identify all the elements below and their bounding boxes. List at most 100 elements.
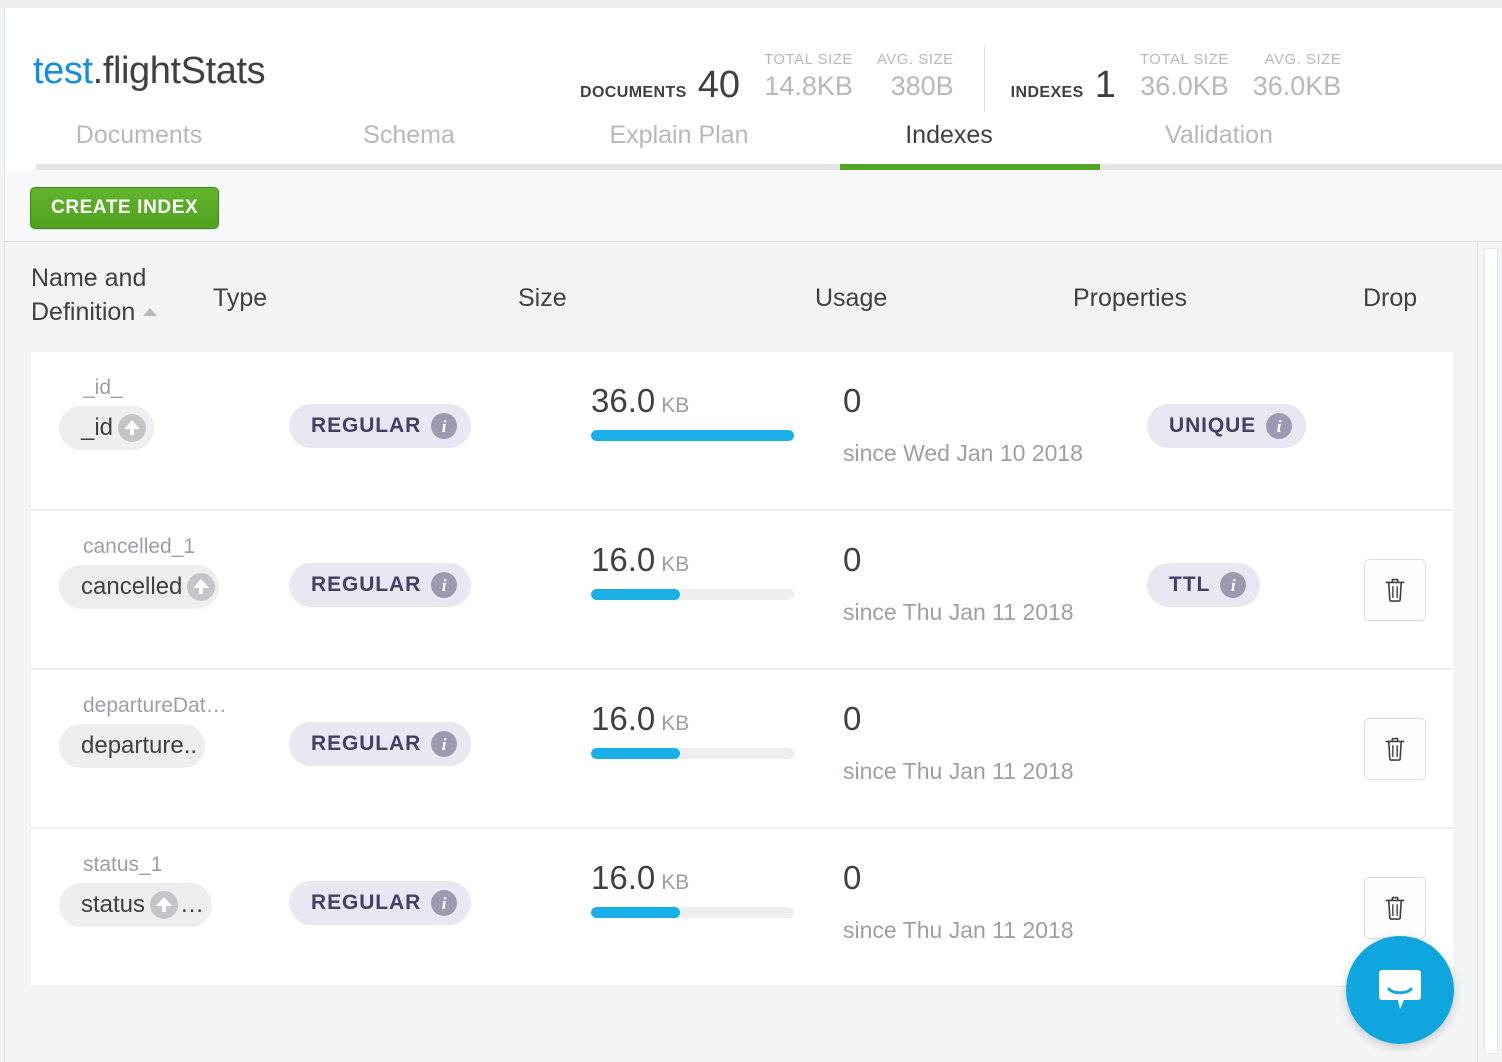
index-definition-pill[interactable]: cancelled — [59, 565, 219, 609]
tab-schema[interactable]: Schema — [274, 112, 544, 170]
index-type-label: REGULAR — [311, 732, 421, 756]
info-icon[interactable]: i — [431, 731, 457, 757]
tab-documents[interactable]: Documents — [4, 112, 274, 170]
table-row[interactable]: cancelled_1 cancelled REGULAR i 16.0KB — [31, 511, 1453, 668]
index-usage-cell: 0 since Thu Jan 11 2018 — [843, 859, 1123, 944]
documents-avg-size-value: 380B — [877, 70, 954, 102]
chat-launcher-button[interactable] — [1346, 936, 1454, 1044]
info-icon[interactable]: i — [431, 413, 457, 439]
index-usage-count: 0 — [843, 700, 1123, 738]
index-usage-since: since Thu Jan 11 2018 — [843, 917, 1123, 944]
app-window: test.flightStats DOCUMENTS 40 TOTAL SIZE… — [0, 0, 1502, 1062]
documents-label: DOCUMENTS — [580, 84, 687, 102]
column-header-usage[interactable]: Usage — [815, 284, 887, 313]
table-row[interactable]: _id_ _id REGULAR i 36.0 KB — [31, 352, 1453, 509]
index-type-badge[interactable]: REGULAR i — [289, 722, 471, 766]
index-drop-cell — [1364, 877, 1426, 939]
index-usage-count: 0 — [843, 382, 1123, 420]
info-icon[interactable]: i — [431, 890, 457, 916]
chat-bubble-icon — [1374, 964, 1426, 1016]
indexes-total-size-value: 36.0KB — [1140, 70, 1229, 102]
documents-value: 40 — [698, 66, 740, 104]
index-type-badge[interactable]: REGULAR i — [289, 404, 471, 448]
documents-total-size: TOTAL SIZE 14.8KB — [764, 51, 853, 114]
index-name: departureDate… — [83, 694, 234, 718]
index-name-cell: departureDate… departure.. — [59, 694, 234, 768]
indexes-avg-size: AVG. SIZE 36.0KB — [1253, 51, 1342, 114]
index-type-label: REGULAR — [311, 414, 421, 438]
index-field-name: cancelled — [81, 573, 182, 601]
index-definition-pill[interactable]: departure.. — [59, 724, 205, 768]
tab-validation[interactable]: Validation — [1084, 112, 1354, 170]
info-icon[interactable]: i — [1266, 413, 1292, 439]
index-field-name: status — [81, 891, 145, 919]
index-property-label: UNIQUE — [1169, 414, 1256, 438]
vertical-scrollbar[interactable] — [1484, 248, 1498, 1054]
index-size-bar — [591, 748, 794, 759]
table-row[interactable]: departureDate… departure.. REGULAR i 16.… — [31, 670, 1453, 827]
sort-ascending-arrow-icon — [150, 891, 178, 919]
index-property-badge-unique[interactable]: UNIQUE i — [1147, 404, 1306, 448]
documents-total-size-value: 14.8KB — [764, 70, 853, 102]
table-row[interactable]: status_1 status … REGULAR i 16.0KB — [31, 829, 1453, 986]
index-name-cell: _id_ _id — [59, 376, 234, 450]
drop-index-button[interactable] — [1364, 877, 1426, 939]
documents-avg-size: AVG. SIZE 380B — [877, 51, 954, 114]
index-size-value: 36.0 — [591, 382, 655, 419]
documents-avg-size-label: AVG. SIZE — [877, 51, 954, 70]
index-type-badge[interactable]: REGULAR i — [289, 563, 471, 607]
drop-index-button[interactable] — [1364, 559, 1426, 621]
index-type-badge[interactable]: REGULAR i — [289, 881, 471, 925]
column-header-drop: Drop — [1363, 284, 1417, 313]
sort-ascending-arrow-icon — [187, 573, 215, 601]
trash-icon — [1382, 576, 1408, 604]
index-type-cell: REGULAR i — [289, 722, 471, 766]
database-name: test — [33, 50, 93, 92]
index-name: cancelled_1 — [83, 535, 234, 559]
index-definition-pill[interactable]: _id — [59, 406, 154, 450]
index-type-cell: REGULAR i — [289, 404, 471, 448]
table-header-row: Name and Definition Type Size Usage Prop… — [5, 242, 1479, 352]
indexes-toolbar: CREATE INDEX — [4, 170, 1502, 242]
window-top-strip — [0, 0, 1502, 8]
index-size-cell: 16.0KB — [591, 700, 801, 759]
index-size-bar-fill — [591, 430, 794, 441]
index-size-value: 16.0 — [591, 859, 655, 896]
column-header-properties[interactable]: Properties — [1073, 284, 1187, 313]
index-drop-cell — [1364, 559, 1426, 621]
index-size-unit: KB — [661, 394, 689, 417]
index-size-bar-fill — [591, 589, 680, 600]
collection-name: .flightStats — [93, 50, 266, 92]
tab-indexes[interactable]: Indexes — [814, 112, 1084, 170]
info-icon[interactable]: i — [1220, 572, 1246, 598]
indexes-avg-size-label: AVG. SIZE — [1253, 51, 1342, 70]
indexes-value: 1 — [1095, 66, 1116, 104]
table-body: _id_ _id REGULAR i 36.0 KB — [5, 352, 1479, 986]
index-usage-cell: 0 since Wed Jan 10 2018 — [843, 382, 1123, 467]
index-usage-cell: 0 since Thu Jan 11 2018 — [843, 700, 1123, 785]
index-type-label: REGULAR — [311, 573, 421, 597]
indexes-count: INDEXES 1 — [1011, 66, 1116, 114]
info-icon[interactable]: i — [431, 572, 457, 598]
indexes-total-size-label: TOTAL SIZE — [1140, 51, 1229, 70]
index-property-badge-ttl[interactable]: TTL i — [1147, 563, 1260, 607]
column-header-size[interactable]: Size — [518, 284, 567, 313]
index-size-text: 16.0KB — [591, 700, 801, 738]
column-header-type[interactable]: Type — [213, 284, 267, 313]
index-definition-pill[interactable]: status … — [59, 883, 212, 927]
index-size-unit: KB — [661, 553, 689, 576]
sort-ascending-icon — [143, 308, 157, 316]
indexes-table: Name and Definition Type Size Usage Prop… — [4, 242, 1479, 1062]
index-usage-since: since Wed Jan 10 2018 — [843, 440, 1123, 467]
index-size-bar-fill — [591, 748, 680, 759]
create-index-button[interactable]: CREATE INDEX — [30, 187, 219, 229]
index-properties-cell: UNIQUE i — [1147, 404, 1306, 448]
collection-tabs: Documents Schema Explain Plan Indexes Va… — [4, 112, 1502, 170]
column-header-name-label: Name and Definition — [31, 264, 146, 326]
drop-index-button[interactable] — [1364, 718, 1426, 780]
column-header-name[interactable]: Name and Definition — [31, 262, 206, 330]
index-type-cell: REGULAR i — [289, 881, 471, 925]
index-definition-overflow: … — [180, 891, 204, 919]
tab-explain-plan[interactable]: Explain Plan — [544, 112, 814, 170]
index-property-label: TTL — [1169, 573, 1210, 597]
